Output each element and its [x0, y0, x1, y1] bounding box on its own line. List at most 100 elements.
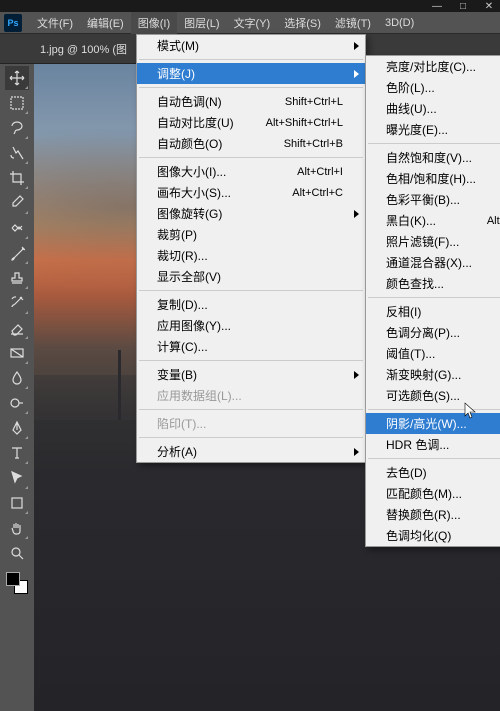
eyedropper-tool[interactable] — [5, 191, 29, 215]
brush-tool[interactable] — [5, 241, 29, 265]
tools-panel — [0, 64, 34, 711]
adjust-menu-item[interactable]: 阈值(T)... — [366, 343, 500, 364]
image-menu-item[interactable]: 模式(M) — [137, 35, 365, 56]
pen-tool[interactable] — [5, 416, 29, 440]
menu-item-label: 可选颜色(S)... — [386, 387, 460, 404]
adjust-menu-item[interactable]: 渐变映射(G)... — [366, 364, 500, 385]
menu-separator — [139, 87, 363, 88]
adjust-menu-item[interactable]: 反相(I) — [366, 301, 500, 322]
document-tab[interactable]: 1.jpg @ 100% (图 — [40, 41, 127, 57]
zoom-tool[interactable] — [5, 541, 29, 565]
adjust-menu-item[interactable]: 色相/饱和度(H)... — [366, 168, 500, 189]
menu-选择[interactable]: 选择(S) — [277, 12, 328, 34]
hand-tool[interactable] — [5, 516, 29, 540]
marquee-tool[interactable] — [5, 91, 29, 115]
adjust-menu-item[interactable]: 色调分离(P)... — [366, 322, 500, 343]
crop-tool[interactable] — [5, 166, 29, 190]
menu-编辑[interactable]: 编辑(E) — [80, 12, 131, 34]
menu-separator — [368, 143, 500, 144]
menu-item-label: 颜色查找... — [386, 275, 444, 292]
menu-item-label: 裁剪(P) — [157, 226, 197, 243]
menu-item-label: 计算(C)... — [157, 338, 208, 355]
image-menu-item[interactable]: 自动色调(N)Shift+Ctrl+L — [137, 91, 365, 112]
image-menu-item[interactable]: 自动颜色(O)Shift+Ctrl+B — [137, 133, 365, 154]
menu-shortcut: Shift+Ctrl+B — [260, 138, 343, 150]
close-button[interactable]: ✕ — [482, 1, 496, 12]
dodge-tool[interactable] — [5, 391, 29, 415]
adjust-menu-item[interactable]: 曲线(U)... — [366, 98, 500, 119]
image-menu-item[interactable]: 自动对比度(U)Alt+Shift+Ctrl+L — [137, 112, 365, 133]
image-menu-item[interactable]: 分析(A) — [137, 441, 365, 462]
menu-item-label: 变量(B) — [157, 366, 197, 383]
image-menu-item[interactable]: 裁剪(P) — [137, 224, 365, 245]
move-tool[interactable] — [5, 66, 29, 90]
menu-文件[interactable]: 文件(F) — [30, 12, 80, 34]
adjust-menu-item[interactable]: 颜色查找... — [366, 273, 500, 294]
menu-滤镜[interactable]: 滤镜(T) — [328, 12, 378, 34]
maximize-button[interactable]: □ — [456, 1, 470, 12]
image-menu-item[interactable]: 计算(C)... — [137, 336, 365, 357]
adjust-menu-item[interactable]: 自然饱和度(V)... — [366, 147, 500, 168]
path-select-tool[interactable] — [5, 466, 29, 490]
menu-item-label: 反相(I) — [386, 303, 421, 320]
menu-item-label: 色调均化(Q) — [386, 527, 451, 544]
adjust-menu-item[interactable]: 阴影/高光(W)... — [366, 413, 500, 434]
menu-item-label: HDR 色调... — [386, 436, 449, 453]
type-tool[interactable] — [5, 441, 29, 465]
adjust-menu-item[interactable]: HDR 色调... — [366, 434, 500, 455]
adjust-menu-item[interactable]: 亮度/对比度(C)... — [366, 56, 500, 77]
menu-item-label: 应用图像(Y)... — [157, 317, 231, 334]
history-brush-tool[interactable] — [5, 291, 29, 315]
adjust-menu-item[interactable]: 通道混合器(X)... — [366, 252, 500, 273]
eraser-tool[interactable] — [5, 316, 29, 340]
blur-tool[interactable] — [5, 366, 29, 390]
adjust-menu-item[interactable]: 曝光度(E)... — [366, 119, 500, 140]
menu-文字[interactable]: 文字(Y) — [227, 12, 278, 34]
minimize-button[interactable]: — — [430, 1, 444, 12]
menu-separator — [139, 409, 363, 410]
adjust-menu-item[interactable]: 色调均化(Q) — [366, 525, 500, 546]
menu-item-label: 亮度/对比度(C)... — [386, 58, 476, 75]
adjust-menu-item[interactable]: 照片滤镜(F)... — [366, 231, 500, 252]
color-swatches[interactable] — [6, 572, 28, 594]
menu-separator — [139, 360, 363, 361]
submenu-arrow-icon — [354, 371, 359, 379]
image-menu-item[interactable]: 裁切(R)... — [137, 245, 365, 266]
adjust-menu-item[interactable]: 匹配颜色(M)... — [366, 483, 500, 504]
adjust-menu-item[interactable]: 替换颜色(R)... — [366, 504, 500, 525]
image-menu-item[interactable]: 画布大小(S)...Alt+Ctrl+C — [137, 182, 365, 203]
menu-separator — [139, 437, 363, 438]
submenu-arrow-icon — [354, 42, 359, 50]
stamp-tool[interactable] — [5, 266, 29, 290]
fg-color-swatch[interactable] — [6, 572, 20, 586]
image-menu-item[interactable]: 图像大小(I)...Alt+Ctrl+I — [137, 161, 365, 182]
adjust-menu-item[interactable]: 色彩平衡(B)... — [366, 189, 500, 210]
menu-item-label: 阴影/高光(W)... — [386, 415, 467, 432]
menu-shortcut: Alt+Shift+Ctrl+L — [242, 117, 343, 129]
image-menu-item[interactable]: 变量(B) — [137, 364, 365, 385]
menu-separator — [368, 297, 500, 298]
lasso-tool[interactable] — [5, 116, 29, 140]
adjust-menu-item[interactable]: 黑白(K)... Alt+Shi — [366, 210, 500, 231]
mouse-cursor-icon — [464, 402, 478, 420]
menu-图层[interactable]: 图层(L) — [177, 12, 226, 34]
menu-图像[interactable]: 图像(I) — [131, 12, 177, 34]
menu-3d[interactable]: 3D(D) — [378, 14, 421, 32]
image-menu-item[interactable]: 显示全部(V) — [137, 266, 365, 287]
image-menu-item[interactable]: 调整(J) — [137, 63, 365, 84]
image-menu-item[interactable]: 图像旋转(G) — [137, 203, 365, 224]
menu-item-label: 黑白(K)... — [386, 212, 436, 229]
image-menu-item[interactable]: 复制(D)... — [137, 294, 365, 315]
quick-select-tool[interactable] — [5, 141, 29, 165]
menu-shortcut: Alt+Shi — [463, 215, 500, 227]
adjust-menu-item[interactable]: 色阶(L)... — [366, 77, 500, 98]
adjust-menu-item[interactable]: 可选颜色(S)... — [366, 385, 500, 406]
shape-tool[interactable] — [5, 491, 29, 515]
image-menu-item: 陷印(T)... — [137, 413, 365, 434]
gradient-tool[interactable] — [5, 341, 29, 365]
adjust-menu-item[interactable]: 去色(D)Shift — [366, 462, 500, 483]
healing-tool[interactable] — [5, 216, 29, 240]
menu-item-label: 渐变映射(G)... — [386, 366, 461, 383]
menu-item-label: 分析(A) — [157, 443, 197, 460]
image-menu-item[interactable]: 应用图像(Y)... — [137, 315, 365, 336]
